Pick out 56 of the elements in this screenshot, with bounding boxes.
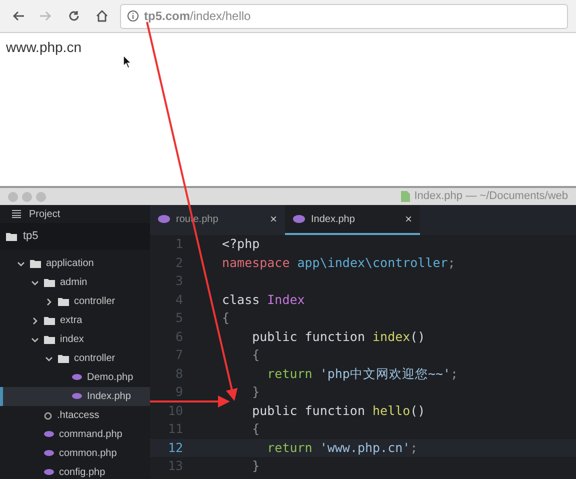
chevron-right-icon bbox=[45, 298, 53, 306]
chevron-right-icon bbox=[31, 316, 39, 324]
code-line: return 'www.php.cn'; bbox=[266, 438, 418, 457]
info-icon bbox=[127, 10, 139, 22]
code-line: } bbox=[251, 457, 260, 475]
home-icon bbox=[96, 10, 108, 22]
line-number: 12 bbox=[166, 440, 184, 455]
file-item[interactable]: .htaccess bbox=[0, 406, 150, 425]
list-icon bbox=[12, 210, 21, 218]
code-line: public function index() bbox=[251, 328, 426, 346]
folder-icon bbox=[6, 232, 17, 241]
file-icon bbox=[401, 191, 410, 202]
folder-item[interactable]: index bbox=[0, 330, 150, 349]
folder-icon bbox=[44, 335, 55, 344]
reload-icon bbox=[68, 10, 80, 22]
folder-icon bbox=[30, 259, 41, 268]
chevron-down-icon bbox=[31, 336, 39, 344]
code-line: class Index bbox=[222, 290, 305, 308]
code-line: namespace app\index\controller; bbox=[222, 254, 456, 272]
code-line: { bbox=[251, 420, 260, 438]
chevron-down-icon bbox=[31, 278, 39, 286]
back-icon bbox=[12, 10, 24, 22]
code-line: <?php bbox=[222, 235, 260, 253]
folder-item[interactable]: controller bbox=[0, 292, 150, 311]
code-line: } bbox=[251, 383, 260, 401]
code-line: public function hello() bbox=[251, 402, 426, 420]
address-field[interactable]: tp5.com/index/hello bbox=[120, 4, 568, 28]
folder-icon bbox=[58, 297, 69, 306]
folder-icon bbox=[58, 354, 69, 363]
code-line: { bbox=[251, 346, 260, 364]
file-item[interactable]: Index.php bbox=[0, 387, 150, 406]
url-text: tp5.com/index/hello bbox=[144, 8, 251, 25]
code-line: return 'php中文网欢迎您~~'; bbox=[266, 364, 458, 383]
file-item[interactable]: config.php bbox=[0, 463, 150, 479]
folder-icon bbox=[44, 316, 55, 325]
forward-icon bbox=[40, 10, 52, 22]
folder-item[interactable]: application bbox=[0, 254, 150, 273]
mouse-cursor-icon bbox=[123, 55, 132, 69]
project-root[interactable]: tp5 bbox=[0, 223, 150, 250]
close-button[interactable]: × bbox=[270, 210, 277, 228]
file-item[interactable]: common.php bbox=[0, 444, 150, 463]
folder-item[interactable]: controller bbox=[0, 349, 150, 368]
folder-item[interactable]: admin bbox=[0, 273, 150, 292]
sidebar-title: Project bbox=[29, 208, 60, 222]
editor-tab[interactable]: Index.php × bbox=[285, 205, 420, 235]
folder-icon bbox=[44, 278, 55, 287]
chevron-down-icon bbox=[17, 260, 25, 268]
folder-item[interactable]: extra bbox=[0, 311, 150, 330]
window-title: Index.php — ~/Documents/web bbox=[414, 189, 568, 204]
code-line: { bbox=[222, 309, 230, 327]
gear-icon bbox=[44, 412, 52, 420]
file-item[interactable]: Demo.php bbox=[0, 368, 150, 387]
page-text: www.php.cn bbox=[6, 39, 82, 55]
file-item[interactable]: command.php bbox=[0, 425, 150, 444]
close-button[interactable]: × bbox=[404, 210, 412, 228]
chevron-down-icon bbox=[45, 354, 53, 362]
